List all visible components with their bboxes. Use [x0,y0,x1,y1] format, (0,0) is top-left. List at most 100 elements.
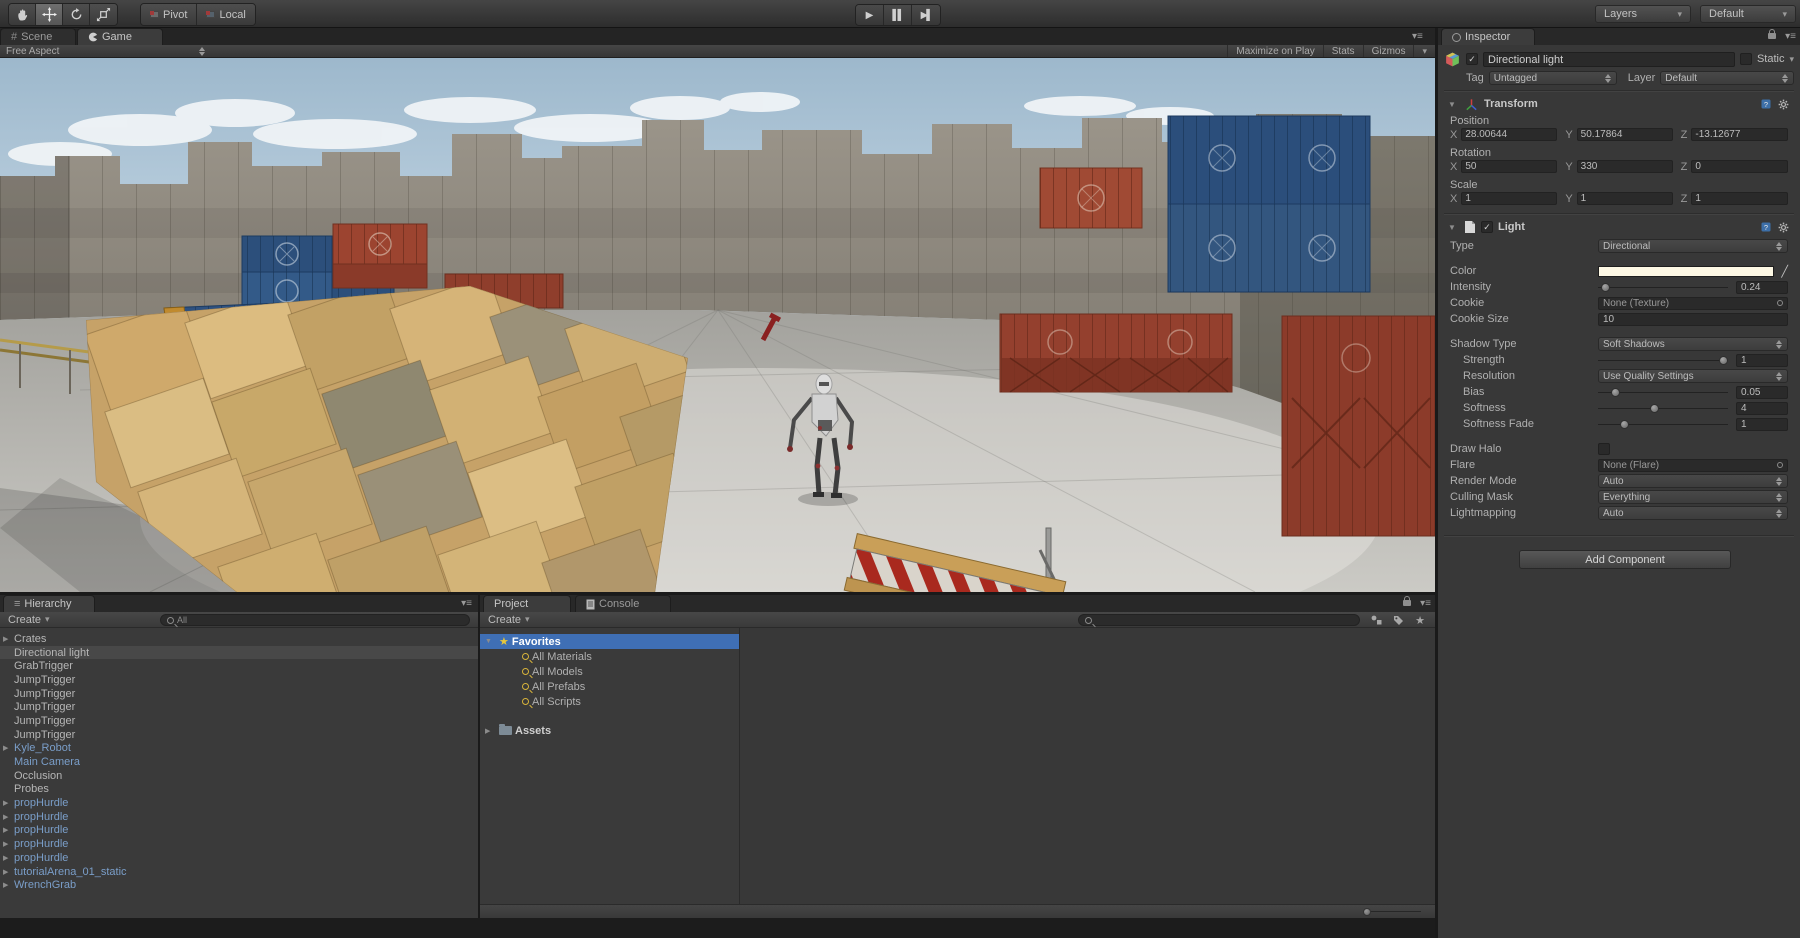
tab-console[interactable]: Console [575,595,671,612]
checkbox[interactable] [1598,443,1610,455]
lock-icon[interactable] [1403,598,1411,609]
expand-arrow-icon[interactable]: ▼ [485,638,496,645]
property-dropdown[interactable]: Everything [1598,490,1788,504]
hierarchy-item[interactable]: ▶propHurdle [0,824,478,838]
game-view-canvas[interactable] [0,58,1435,592]
thumbnail-size-slider[interactable] [1363,911,1421,912]
project-tree-item[interactable]: ▶Assets [480,723,739,738]
object-field[interactable]: None (Flare) [1598,459,1788,472]
transform-header[interactable]: ▼ Transform ? [1444,95,1794,113]
hierarchy-item[interactable]: Occlusion [0,769,478,783]
panel-menu-icon[interactable]: ▾≡ [1412,31,1423,42]
hierarchy-item[interactable]: ▶propHurdle [0,810,478,824]
hand-tool-button[interactable] [9,4,36,25]
hierarchy-create-button[interactable]: Create ▾ [4,614,54,626]
object-picker-icon[interactable] [1777,300,1783,306]
expand-arrow-icon[interactable]: ▶ [3,799,14,807]
scale-tool-button[interactable] [90,4,117,25]
panel-splitter[interactable] [0,592,1435,595]
layers-dropdown[interactable]: Layers ▾ [1595,5,1691,23]
vector-field-x[interactable]: 28.00644 [1461,128,1557,141]
vector-field-y[interactable]: 50.17864 [1577,128,1673,141]
stats-toggle[interactable]: Stats [1323,45,1363,57]
gear-icon[interactable] [1777,98,1790,111]
slider-track[interactable] [1598,408,1728,409]
color-swatch[interactable] [1598,266,1774,277]
expand-arrow-icon[interactable]: ▶ [3,854,14,862]
play-button[interactable]: ▶ [856,5,884,25]
expand-arrow-icon[interactable]: ▶ [3,635,14,643]
property-dropdown[interactable]: Auto [1598,506,1788,520]
search-by-type-button[interactable] [1365,614,1387,626]
slider-handle[interactable] [1363,908,1371,916]
hierarchy-item[interactable]: ▶Kyle_Robot [0,742,478,756]
expand-arrow-icon[interactable]: ▶ [3,881,14,889]
vector-field-z[interactable]: 0 [1691,160,1788,173]
slider-handle[interactable] [1601,283,1610,292]
project-search-input[interactable] [1078,614,1360,626]
property-dropdown[interactable]: Use Quality Settings [1598,369,1788,383]
slider-track[interactable] [1598,287,1728,288]
hierarchy-item[interactable]: JumpTrigger [0,714,478,728]
project-tree-item[interactable]: ▼★Favorites [480,634,739,649]
expand-arrow-icon[interactable]: ▶ [485,727,496,735]
vector-field-z[interactable]: -13.12677 [1691,128,1788,141]
hierarchy-item[interactable]: JumpTrigger [0,687,478,701]
hierarchy-item[interactable]: ▶propHurdle [0,837,478,851]
vector-field-x[interactable]: 50 [1461,160,1557,173]
project-tree-item[interactable]: All Scripts [480,694,739,709]
blue-containers-right[interactable] [1168,116,1370,292]
hierarchy-search-input[interactable]: All [160,614,470,626]
add-component-button[interactable]: Add Component [1519,550,1731,569]
panel-splitter[interactable] [1435,28,1438,938]
panel-menu-icon[interactable]: ▾≡ [1785,31,1796,42]
help-book-icon[interactable]: ? [1760,221,1772,233]
slider-handle[interactable] [1719,356,1728,365]
slider-handle[interactable] [1650,404,1659,413]
value-field[interactable]: 1 [1736,354,1788,367]
tag-dropdown[interactable]: Untagged [1489,71,1617,85]
project-tree-item[interactable]: All Models [480,664,739,679]
light-header[interactable]: ▼ ✓ Light ? [1444,218,1794,236]
value-field[interactable]: 4 [1736,402,1788,415]
gizmos-caret-button[interactable]: ▾ [1413,45,1435,57]
game-viewport[interactable] [0,58,1435,592]
panel-menu-icon[interactable]: ▾≡ [1420,598,1431,609]
object-field[interactable]: None (Texture) [1598,297,1788,310]
tab-hierarchy[interactable]: ≡ Hierarchy [3,595,95,612]
hierarchy-item[interactable]: ▶Crates [0,632,478,646]
slider-track[interactable] [1598,360,1728,361]
hierarchy-item[interactable]: ▶propHurdle [0,796,478,810]
help-book-icon[interactable]: ? [1760,98,1772,110]
hierarchy-item[interactable]: JumpTrigger [0,728,478,742]
static-checkbox[interactable] [1740,53,1752,65]
light-enabled-checkbox[interactable]: ✓ [1481,221,1493,233]
tab-scene[interactable]: # Scene [0,28,76,45]
maximize-on-play-toggle[interactable]: Maximize on Play [1227,45,1322,57]
panel-splitter[interactable] [478,595,480,918]
pause-button[interactable]: ▌▌ [884,5,912,25]
hierarchy-item[interactable]: GrabTrigger [0,659,478,673]
tab-project[interactable]: Project [483,595,571,612]
expand-arrow-icon[interactable]: ▶ [3,813,14,821]
hierarchy-item[interactable]: ▶propHurdle [0,851,478,865]
pivot-toggle-button[interactable]: Pivot [141,4,197,25]
eyedropper-icon[interactable]: ╱ [1774,265,1788,278]
vector-field-y[interactable]: 330 [1577,160,1673,173]
object-picker-icon[interactable] [1777,462,1783,468]
expand-arrow-icon[interactable]: ▶ [3,826,14,834]
vector-field-z[interactable]: 1 [1691,192,1788,205]
slider-handle[interactable] [1611,388,1620,397]
text-field[interactable]: 10 [1598,313,1788,326]
panel-menu-icon[interactable]: ▾≡ [461,598,472,609]
foldout-arrow-icon[interactable]: ▼ [1448,223,1459,232]
static-dropdown-icon[interactable]: ▾ [1789,54,1794,65]
move-tool-button[interactable] [36,4,63,25]
rotate-tool-button[interactable] [63,4,90,25]
aspect-ratio-dropdown[interactable]: Free Aspect [0,45,212,57]
hierarchy-item[interactable]: Main Camera [0,755,478,769]
value-field[interactable]: 1 [1736,418,1788,431]
favorites-star-button[interactable]: ★ [1409,614,1431,626]
project-tree-item[interactable]: All Materials [480,649,739,664]
property-dropdown[interactable]: Auto [1598,474,1788,488]
